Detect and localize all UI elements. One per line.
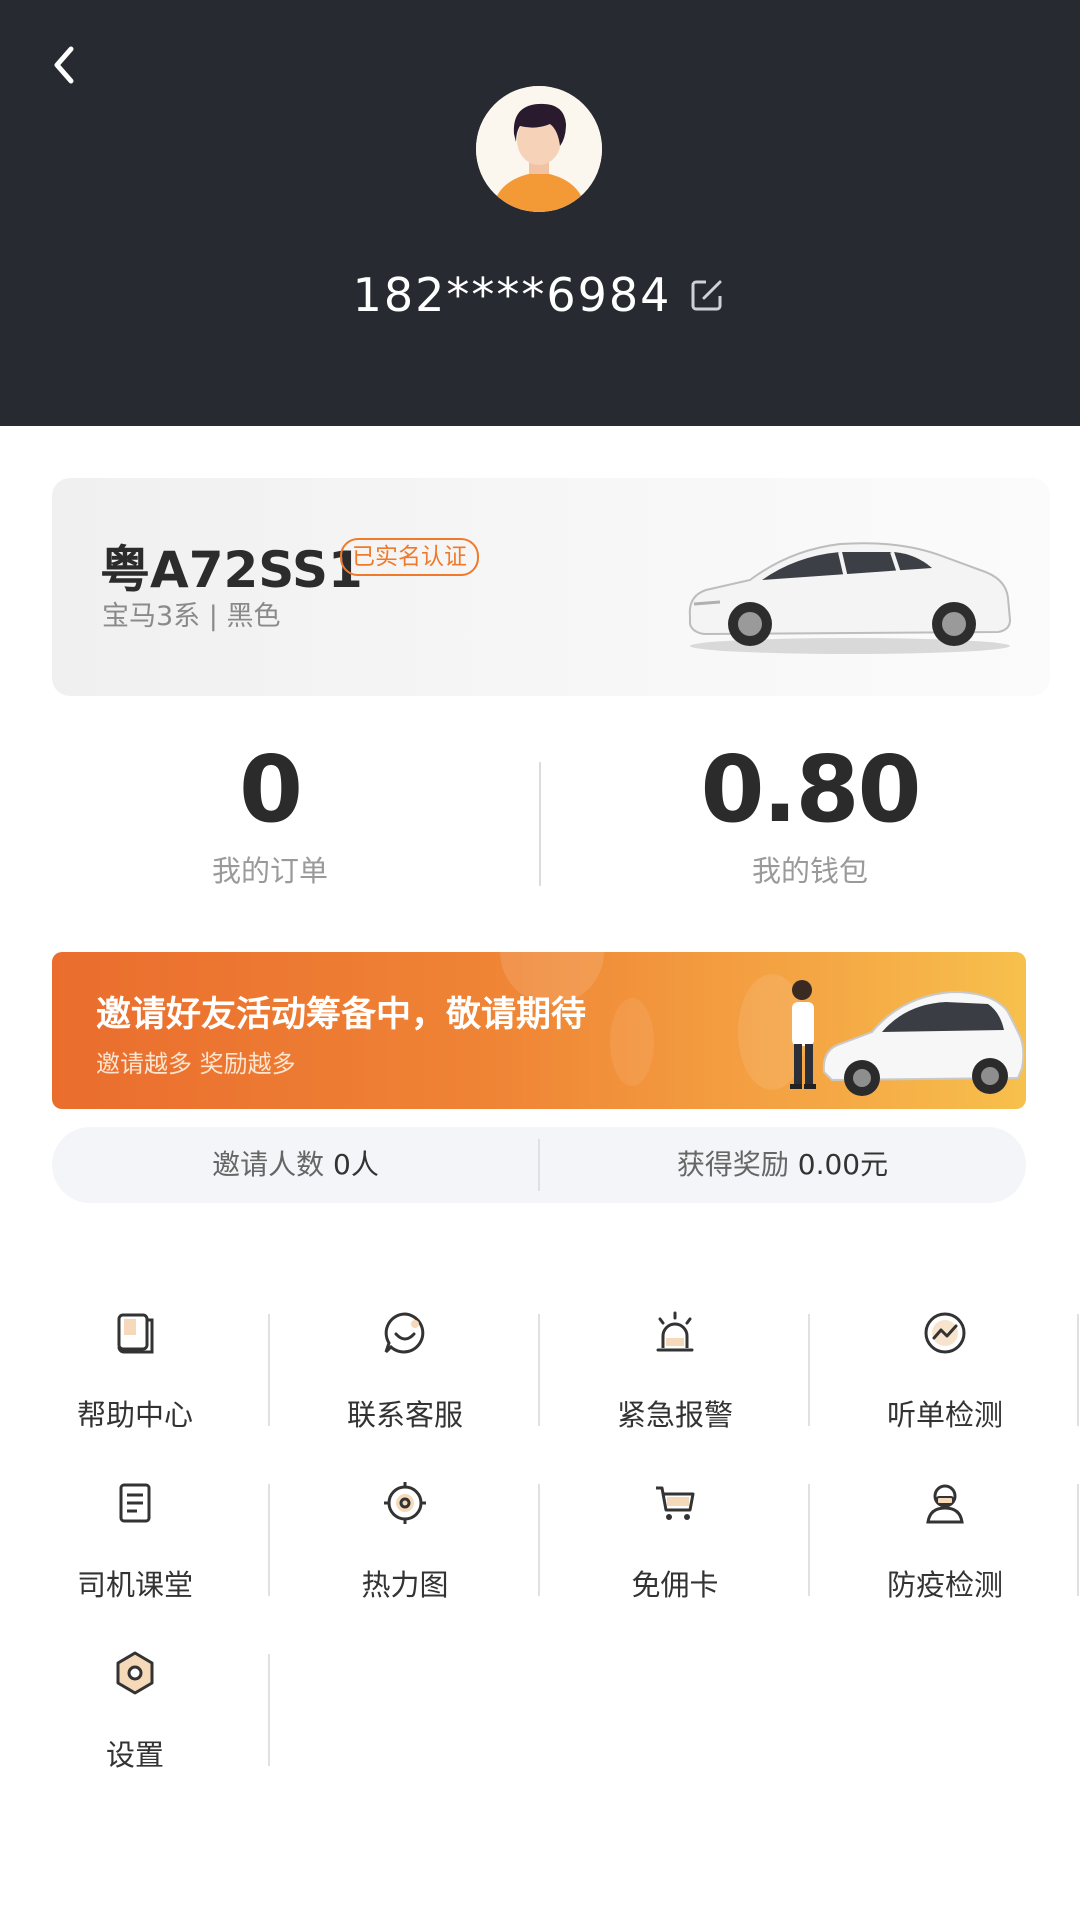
- invite-banner[interactable]: 邀请好友活动筹备中，敬请期待 邀请越多 奖励越多: [52, 952, 1026, 1109]
- menu-label: 紧急报警: [616, 1398, 733, 1432]
- invite-stats-bar: 邀请人数 0人 获得奖励 0.00元: [52, 1127, 1026, 1203]
- orders-count: 0: [238, 736, 303, 843]
- menu-order-detection[interactable]: 听单检测: [810, 1300, 1080, 1450]
- orders-label: 我的订单: [211, 854, 328, 888]
- banner-subtitle: 邀请越多 奖励越多: [96, 1050, 296, 1078]
- profile-header: 182****6984: [0, 0, 1080, 426]
- cart-icon: [656, 1486, 695, 1520]
- edit-phone-button[interactable]: [687, 275, 727, 315]
- menu-epidemic-check[interactable]: 防疫检测: [810, 1470, 1080, 1620]
- my-wallet-stat[interactable]: 0.80 我的钱包: [540, 740, 1080, 890]
- wallet-label: 我的钱包: [751, 854, 868, 888]
- pulse-icon: [924, 1312, 966, 1354]
- document-icon: [119, 1483, 151, 1523]
- chat-bubble-icon: [384, 1312, 425, 1354]
- invite-count: 邀请人数 0人: [52, 1127, 539, 1203]
- verified-badge: 已实名认证: [340, 538, 479, 576]
- menu-emergency-alarm[interactable]: 紧急报警: [540, 1300, 810, 1450]
- banner-title: 邀请好友活动筹备中，敬请期待: [96, 995, 587, 1035]
- menu-label: 防疫检测: [886, 1568, 1003, 1602]
- hex-gear-icon: [116, 1651, 154, 1695]
- vehicle-card[interactable]: 粤A72SS1 已实名认证 宝马3系 | 黑色: [52, 478, 1050, 696]
- my-orders-stat[interactable]: 0 我的订单: [0, 740, 540, 890]
- invite-count-value: 0人: [333, 1148, 379, 1181]
- avatar-icon: [476, 86, 602, 212]
- grid-divider: [268, 1654, 270, 1766]
- menu-label: 听单检测: [886, 1398, 1003, 1432]
- menu-label: 联系客服: [346, 1398, 463, 1432]
- menu-label: 帮助中心: [76, 1398, 193, 1432]
- masked-person-icon: [926, 1484, 964, 1524]
- menu-settings[interactable]: 设置: [0, 1640, 270, 1790]
- grid-divider: [1077, 1314, 1079, 1426]
- menu-driver-classroom[interactable]: 司机课堂: [0, 1470, 270, 1620]
- phone-row: 182****6984: [0, 262, 1080, 328]
- phone-number: 182****6984: [352, 268, 672, 322]
- chevron-left-icon: [54, 46, 74, 84]
- driver-and-car-illustration: [790, 980, 1025, 1096]
- menu-heat-map[interactable]: 热力图: [270, 1470, 540, 1620]
- edit-icon: [691, 280, 722, 311]
- stats-row: 0 我的订单 0.80 我的钱包: [0, 740, 1080, 910]
- grid-divider: [1077, 1484, 1079, 1596]
- invite-reward-value: 0.00元: [797, 1148, 889, 1181]
- car-image: [688, 542, 1012, 654]
- menu-label: 司机课堂: [76, 1568, 193, 1602]
- target-icon: [384, 1482, 426, 1524]
- alarm-light-icon: [656, 1311, 694, 1352]
- menu-label: 设置: [105, 1738, 164, 1772]
- invite-count-label: 邀请人数: [212, 1148, 325, 1181]
- avatar[interactable]: [476, 86, 602, 212]
- invite-reward-label: 获得奖励: [676, 1148, 789, 1181]
- book-icon: [117, 1313, 154, 1354]
- menu-label: 免佣卡: [631, 1568, 719, 1602]
- menu-help-center[interactable]: 帮助中心: [0, 1300, 270, 1450]
- invite-reward: 获得奖励 0.00元: [539, 1127, 1026, 1203]
- vehicle-description: 宝马3系 | 黑色: [102, 601, 281, 632]
- back-button[interactable]: [34, 30, 94, 100]
- license-plate: 粤A72SS1: [100, 541, 363, 599]
- menu-commission-free-card[interactable]: 免佣卡: [540, 1470, 810, 1620]
- menu-contact-support[interactable]: 联系客服: [270, 1300, 540, 1450]
- wallet-balance: 0.80: [700, 736, 922, 843]
- menu-label: 热力图: [361, 1568, 449, 1602]
